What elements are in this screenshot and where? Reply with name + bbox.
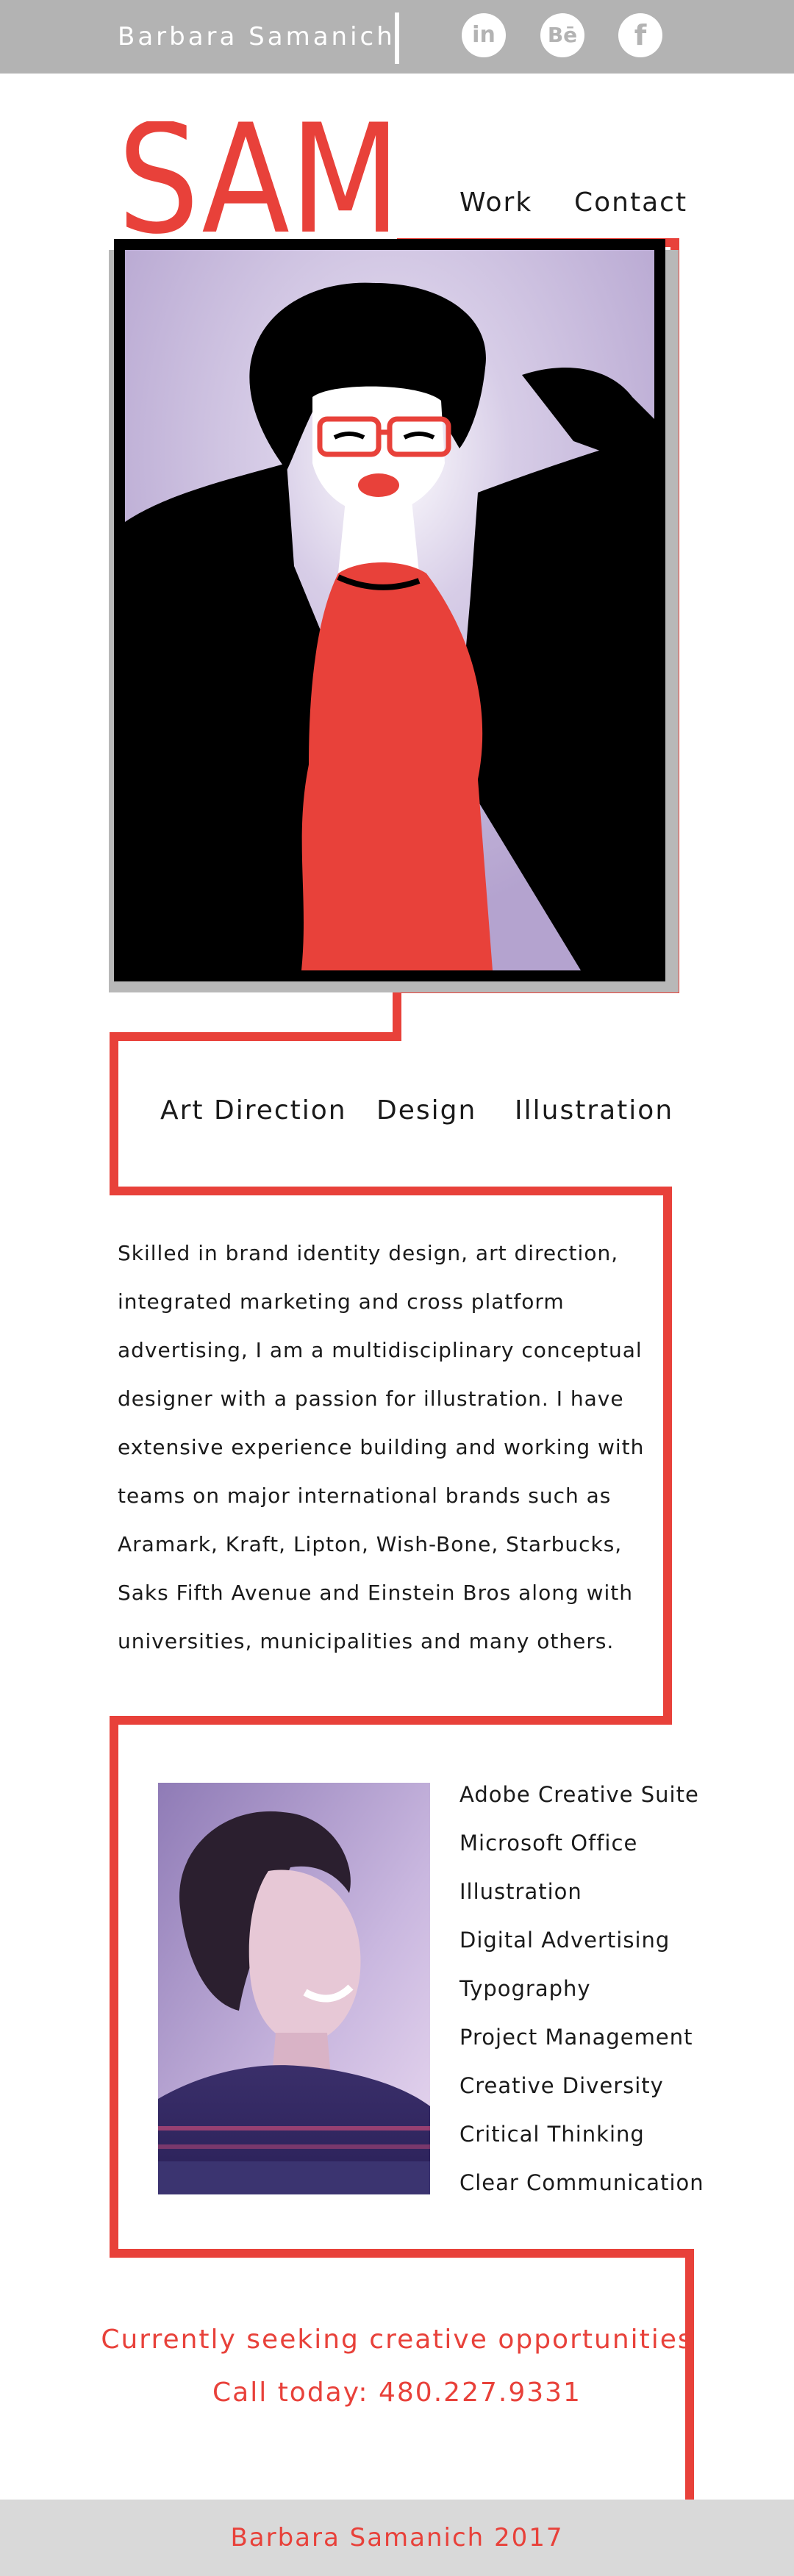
logo-graphic: SAM: [118, 93, 401, 268]
cta-phone-link[interactable]: Call today: 480.227.9331: [0, 2378, 794, 2408]
profile-photo-graphic: [158, 1783, 430, 2194]
service-illustration: Illustration: [515, 1095, 674, 1126]
bio-line: Aramark, Kraft, Lipton, Wish-Bone, Starb…: [118, 1532, 623, 1556]
service-design: Design: [376, 1095, 477, 1126]
cta-seeking-opportunities: Currently seeking creative opportunities: [101, 2325, 693, 2355]
skill-item: Creative Diversity: [459, 2073, 664, 2098]
profile-photo: [158, 1783, 430, 2194]
service-art-direction: Art Direction: [160, 1095, 347, 1126]
nav-contact-link[interactable]: Contact: [574, 187, 687, 218]
sam-logo[interactable]: SAM: [118, 93, 401, 268]
skill-item: Adobe Creative Suite: [459, 1782, 699, 1807]
skill-item: Digital Advertising: [459, 1928, 670, 1953]
hero-illustration: [114, 239, 665, 981]
pop-art-portrait: [125, 250, 654, 970]
bio-line: teams on major international brands such…: [118, 1484, 612, 1508]
skill-item: Typography: [459, 1976, 591, 2001]
skill-item: Critical Thinking: [459, 2122, 645, 2147]
bio-line: advertising, I am a multidisciplinary co…: [118, 1338, 643, 1362]
skill-item: Project Management: [459, 2025, 693, 2050]
footer: Barbara Samanich 2017: [0, 2500, 794, 2576]
bio-line: Saks Fifth Avenue and Einstein Bros alon…: [118, 1581, 634, 1605]
bio-line: universities, municipalities and many ot…: [118, 1629, 615, 1653]
bio-line: integrated marketing and cross platform: [118, 1289, 565, 1314]
skill-item: Illustration: [459, 1879, 582, 1904]
bio-line: Skilled in brand identity design, art di…: [118, 1241, 619, 1265]
skill-item: Clear Communication: [459, 2170, 704, 2195]
bio-line: extensive experience building and workin…: [118, 1435, 645, 1459]
bio-line: designer with a passion for illustration…: [118, 1387, 624, 1411]
logo-text: SAM: [118, 121, 401, 239]
nav-work-link[interactable]: Work: [459, 187, 532, 218]
skill-item: Microsoft Office: [459, 1831, 638, 1856]
footer-copyright: Barbara Samanich 2017: [230, 2523, 564, 2552]
